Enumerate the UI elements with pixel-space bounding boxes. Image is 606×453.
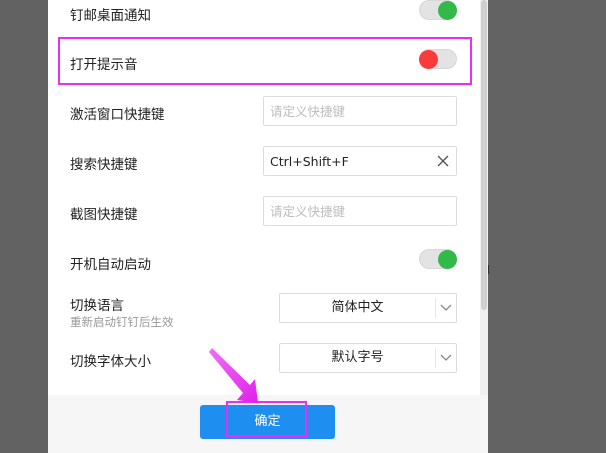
font-size-select-value: 默认字号	[331, 350, 384, 365]
chevron-down-icon	[440, 354, 452, 361]
screenshot-shortcut-input[interactable]	[263, 196, 457, 226]
setting-row-autostart: 开机自动启动	[48, 248, 480, 274]
pointer-arrow-icon	[209, 348, 258, 403]
setting-row-search-shortcut: 搜索快捷键	[48, 146, 480, 176]
select-divider	[435, 298, 436, 318]
autostart-toggle[interactable]	[419, 249, 457, 269]
toggle-knob	[438, 250, 457, 269]
scrollbar-thumb[interactable]	[481, 0, 487, 310]
autostart-label: 开机自动启动	[70, 257, 151, 273]
activate-shortcut-input[interactable]	[263, 96, 457, 126]
search-shortcut-label: 搜索快捷键	[70, 157, 138, 173]
setting-row-language: 切换语言 重新启动钉钉后生效 简体中文	[48, 292, 480, 332]
highlight-box-confirm-button	[226, 401, 307, 437]
language-select[interactable]: 简体中文	[279, 293, 457, 323]
setting-row-desktop-notify: 钉邮桌面通知	[48, 0, 480, 24]
search-shortcut-input[interactable]	[263, 146, 457, 176]
setting-row-activate-shortcut: 激活窗口快捷键	[48, 96, 480, 126]
font-size-select[interactable]: 默认字号	[279, 343, 457, 373]
setting-row-screenshot-shortcut: 截图快捷键	[48, 196, 480, 226]
activate-shortcut-label: 激活窗口快捷键	[70, 107, 165, 123]
toggle-knob	[438, 1, 457, 20]
background-overlay-left	[0, 0, 48, 453]
scrollbar-track[interactable]	[480, 0, 488, 395]
background-overlay-right	[488, 0, 606, 453]
screenshot-shortcut-label: 截图快捷键	[70, 207, 138, 223]
select-divider	[435, 348, 436, 368]
chevron-down-icon	[440, 304, 452, 311]
language-select-value: 简体中文	[331, 300, 384, 315]
language-hint: 重新启动钉钉后生效	[70, 315, 174, 329]
desktop-notify-toggle[interactable]	[419, 0, 457, 20]
clear-icon[interactable]	[436, 154, 450, 168]
highlight-box-sound-row	[58, 37, 472, 85]
language-label: 切换语言	[70, 298, 124, 314]
font-size-label: 切换字体大小	[70, 354, 151, 370]
desktop-notify-label: 钉邮桌面通知	[70, 8, 151, 24]
